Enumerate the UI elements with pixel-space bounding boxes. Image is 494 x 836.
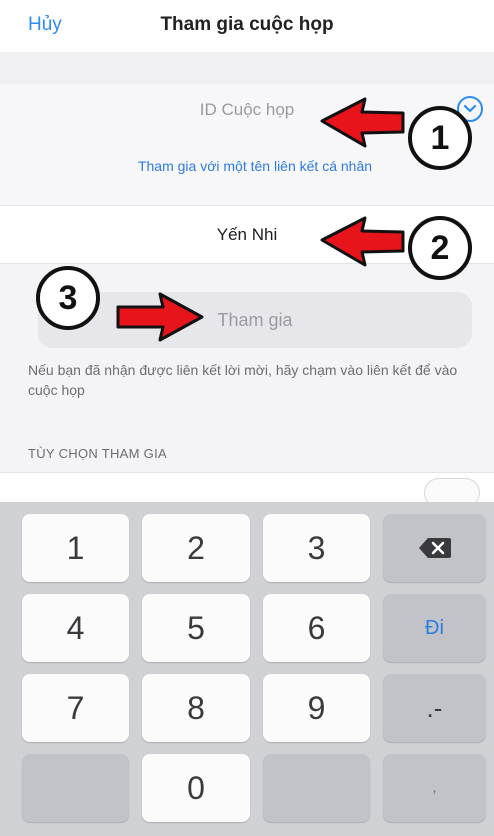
blank-key[interactable] <box>22 754 129 822</box>
annotation-number-2: 2 <box>408 216 472 280</box>
page-title: Tham gia cuộc họp <box>160 14 334 35</box>
display-name-input[interactable] <box>120 222 374 248</box>
key-1[interactable]: 1 <box>22 514 129 582</box>
section-divider <box>0 52 494 84</box>
key-8[interactable]: 8 <box>142 674 250 742</box>
go-key[interactable]: Đi <box>383 594 486 662</box>
invite-link-hint: Nếu bạn đã nhận được liên kết lời mời, h… <box>28 362 458 398</box>
join-button[interactable]: Tham gia <box>38 292 472 348</box>
key-3[interactable]: 3 <box>263 514 370 582</box>
backspace-key[interactable] <box>383 514 486 582</box>
key-6[interactable]: 6 <box>263 594 370 662</box>
key-5[interactable]: 5 <box>142 594 250 662</box>
dot-dash-key[interactable]: .- <box>383 674 486 742</box>
key-0[interactable]: 0 <box>142 754 250 822</box>
key-7[interactable]: 7 <box>22 674 129 742</box>
key-9[interactable]: 9 <box>263 674 370 742</box>
join-option-row[interactable] <box>0 472 494 502</box>
meeting-id-input[interactable] <box>90 96 404 124</box>
blank-key[interactable] <box>263 754 370 822</box>
join-options-header: TÙY CHỌN THAM GIA <box>28 446 167 461</box>
key-4[interactable]: 4 <box>22 594 129 662</box>
comma-key[interactable]: , <box>383 754 486 822</box>
numeric-keyboard: 1 2 3 4 5 6 Đi 7 8 9 .- 0 , <box>0 502 494 836</box>
annotation-number-1: 1 <box>408 106 472 170</box>
annotation-number-3: 3 <box>36 266 100 330</box>
key-2[interactable]: 2 <box>142 514 250 582</box>
backspace-icon <box>418 538 451 558</box>
